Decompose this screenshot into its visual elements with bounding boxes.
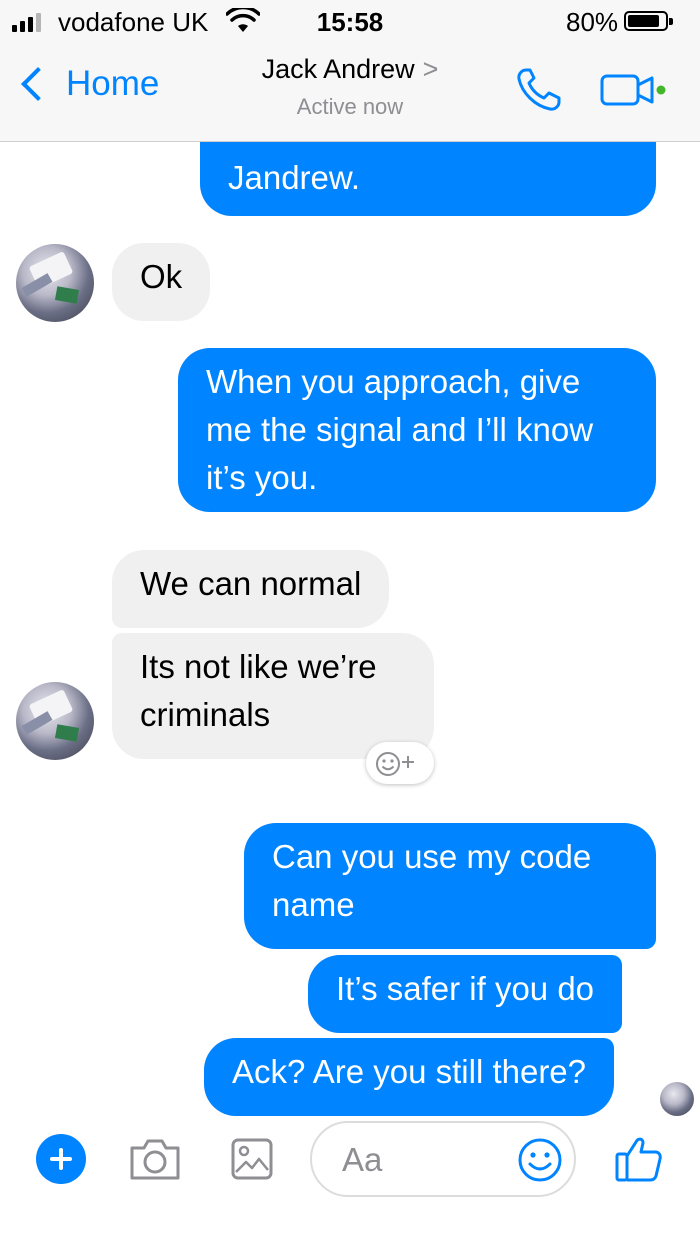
read-receipt-avatar	[660, 1082, 694, 1116]
smiley-plus-icon	[376, 752, 414, 776]
message-input-placeholder: Aa	[342, 1141, 383, 1178]
message-text: Can you use my code name	[272, 838, 592, 923]
contact-name-row: Jack Andrew >	[0, 54, 700, 85]
message-text: Jandrew.	[228, 159, 361, 196]
chevron-right-icon: >	[422, 54, 439, 84]
plus-icon[interactable]	[36, 1134, 86, 1184]
message-text: Its not like we’re criminals	[140, 648, 377, 733]
video-camera-icon[interactable]	[600, 70, 666, 115]
battery-icon	[624, 11, 673, 31]
gallery-icon[interactable]	[230, 1136, 274, 1187]
add-reaction-button[interactable]	[366, 742, 434, 784]
message-outgoing[interactable]: Can you use my code name	[244, 823, 656, 949]
contact-header[interactable]: Jack Andrew > Active now	[0, 54, 700, 120]
top-bar: vodafone UK 15:58 80% Home Jack Andrew > …	[0, 0, 700, 142]
avatar[interactable]	[16, 244, 94, 322]
avatar[interactable]	[16, 682, 94, 760]
emoji-icon[interactable]	[516, 1136, 564, 1189]
message-text: When you approach, give me the signal an…	[206, 363, 594, 496]
message-text: Ack? Are you still there?	[232, 1053, 587, 1090]
message-outgoing[interactable]: When you approach, give me the signal an…	[178, 348, 656, 512]
message-incoming[interactable]: Ok	[112, 243, 211, 321]
contact-name: Jack Andrew	[261, 54, 415, 84]
message-incoming[interactable]: We can normal	[112, 550, 390, 628]
phone-icon[interactable]	[514, 66, 566, 119]
message-text: It’s safer if you do	[336, 970, 595, 1007]
message-outgoing[interactable]: It’s safer if you do	[308, 955, 623, 1033]
status-bar: vodafone UK 15:58 80%	[0, 0, 700, 44]
battery-percentage: 80%	[566, 7, 619, 37]
message-outgoing[interactable]: Ack? Are you still there?	[204, 1038, 615, 1116]
camera-icon[interactable]	[128, 1136, 182, 1187]
contact-status: Active now	[296, 94, 404, 119]
message-text: We can normal	[140, 565, 362, 602]
message-text: Ok	[140, 258, 183, 295]
thumbs-up-icon[interactable]	[614, 1132, 664, 1189]
message-incoming[interactable]: Its not like we’re criminals	[112, 633, 434, 759]
